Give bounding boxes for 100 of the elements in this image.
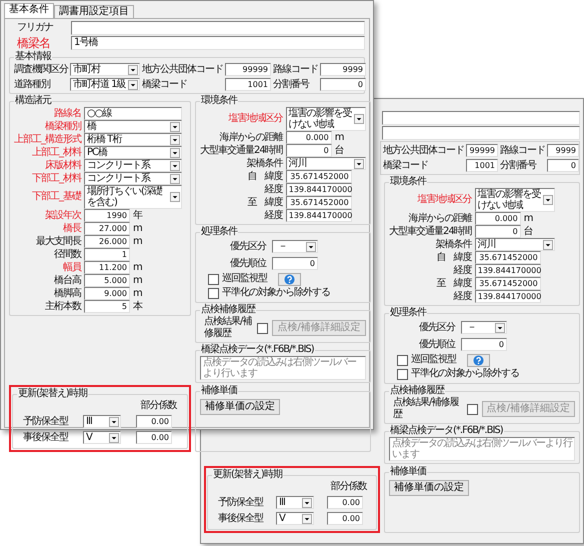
field-label: 路線コード [273,64,318,76]
input-field[interactable]: 99999 [225,63,271,76]
input-field[interactable]: 0.00 [136,415,172,428]
column-header: 部分係数 [140,400,178,412]
unit-label: m [133,262,142,274]
checkbox-label: 点検結果/補修履歴 [204,316,253,340]
input-field[interactable]: 1001 [466,159,498,172]
field-label: 経度 [264,184,283,196]
dropdown[interactable]: － [461,321,507,334]
input-field[interactable]: 9999 [547,144,579,157]
dropdown[interactable]: Ⅴ [276,512,314,525]
input-field[interactable]: 5.000 [84,274,130,287]
dropdown[interactable]: 橋 [84,120,182,133]
input-field[interactable]: 35.671452000 [286,170,352,183]
field-label: 橋梁名 [16,36,51,50]
tab[interactable]: 基本条件 [4,3,54,18]
dropdown[interactable]: PC橋 [84,146,182,159]
dropdown[interactable]: 河川 [474,238,555,251]
field-label: 路線コード [500,144,545,156]
input-field[interactable]: 26.000 [84,235,130,248]
group-title: 更新(架替え)時期 [212,469,283,481]
group-title: 点検補修履歴 [389,385,445,396]
dropdown[interactable]: Ⅲ [83,415,121,428]
input-field[interactable]: 点検データの読込みは右側ツールバーより行います [389,437,575,461]
checkbox[interactable] [397,368,408,380]
unit-cost-settings-button[interactable]: 補修単価の設定 [200,399,280,415]
tab[interactable]: 調書用設定項目 [54,5,134,18]
field-label: 橋梁コード [383,160,429,172]
input-field[interactable]: 139.844170000 [286,183,352,196]
checkbox[interactable] [466,404,478,414]
dropdown[interactable]: Ⅲ [276,496,314,509]
input-field[interactable]: 0.00 [327,512,363,525]
field-label: 優先区分 [419,322,455,334]
field-label: 径間数 [54,248,81,260]
field-label: 架設年次 [45,210,81,222]
input-field[interactable]: 0 [474,225,521,238]
field-label: 予防保全型 [23,416,70,428]
input-field[interactable]: 0 [286,144,332,157]
input-field[interactable] [382,111,580,125]
help-button[interactable] [467,354,490,366]
input-field[interactable]: 139.844170000 [286,209,352,222]
input-field[interactable]: 139.844170000 [474,290,541,303]
dropdown[interactable]: コンクリート系 [84,172,182,185]
input-field[interactable]: 0.00 [327,496,363,509]
dropdown[interactable]: 桁橋 T桁 [84,133,182,146]
input-field[interactable] [382,126,580,140]
dropdown[interactable]: 市町村道 1級 [70,78,140,91]
input-field[interactable]: 35.671452000 [474,251,541,264]
checkbox-label: 点検結果/補修履歴 [393,397,460,421]
field-label: 塩害地域区分 [418,194,472,206]
field-label: 分割番号 [273,78,310,90]
input-field[interactable]: 35.671452000 [286,196,352,209]
field-label: 至 [436,278,446,290]
group-title: 環境条件 [389,176,427,188]
unit-label: 年 [133,210,142,222]
unit-label: m [133,236,142,248]
input-field[interactable]: 1 [84,248,130,261]
input-field[interactable]: 0.00 [136,431,172,444]
input-field[interactable]: 35.671452000 [474,277,541,290]
group-title: 環境条件 [200,95,238,107]
field-label: フリガナ [16,22,54,34]
input-field[interactable]: 27.000 [84,222,130,235]
dropdown[interactable]: コンクリート系 [84,159,182,172]
input-field[interactable] [71,21,365,35]
checkbox[interactable] [208,288,219,298]
field-label: 大型車交通量24時間 [200,144,283,156]
unit-label: m [133,288,142,300]
input-field[interactable]: 1号橋 [71,36,365,50]
input-field[interactable]: 0 [461,338,507,351]
input-field[interactable]: 0.000 [474,212,521,225]
input-field[interactable]: 9.000 [84,287,130,300]
group-title: 橋梁点検データ(*.F6B/*.BIS) [200,344,315,356]
input-field[interactable]: 9999 [320,63,366,76]
dropdown[interactable]: 場所打ちぐい(深礎を含む) [84,185,182,209]
field-label: 架橋条件 [436,238,472,250]
help-button[interactable] [278,272,301,286]
input-field[interactable]: 点検データの読込みは右側ツールバーより行います [200,356,366,380]
checkbox[interactable] [208,274,219,284]
field-label: 橋台高 [54,274,81,286]
input-field[interactable]: ○○線 [84,107,182,120]
unit-label: 台 [334,144,344,156]
dropdown[interactable]: Ⅴ [83,431,121,444]
input-field[interactable]: 0 [547,159,579,172]
unit-cost-settings-button[interactable]: 補修単価の設定 [389,480,469,496]
input-field[interactable]: 11.200 [84,261,130,274]
input-field[interactable]: 0.000 [286,131,332,144]
checkbox[interactable] [257,322,268,334]
input-field[interactable]: 0 [272,257,318,270]
checkbox[interactable] [397,354,408,366]
group-title: 橋梁点検データ(*.F6B/*.BIS) [389,425,504,437]
input-field[interactable]: 5 [84,300,130,313]
input-field[interactable]: 1990 [84,209,130,222]
dropdown[interactable]: － [272,240,318,253]
dropdown[interactable]: 市町村 [70,63,140,76]
input-field[interactable]: 99999 [466,144,498,157]
input-field[interactable]: 0 [320,78,366,91]
input-field[interactable]: 139.844170000 [474,264,541,277]
unit-label: m [133,222,142,234]
input-field[interactable]: 1001 [225,78,271,91]
dropdown[interactable]: 河川 [286,157,366,170]
